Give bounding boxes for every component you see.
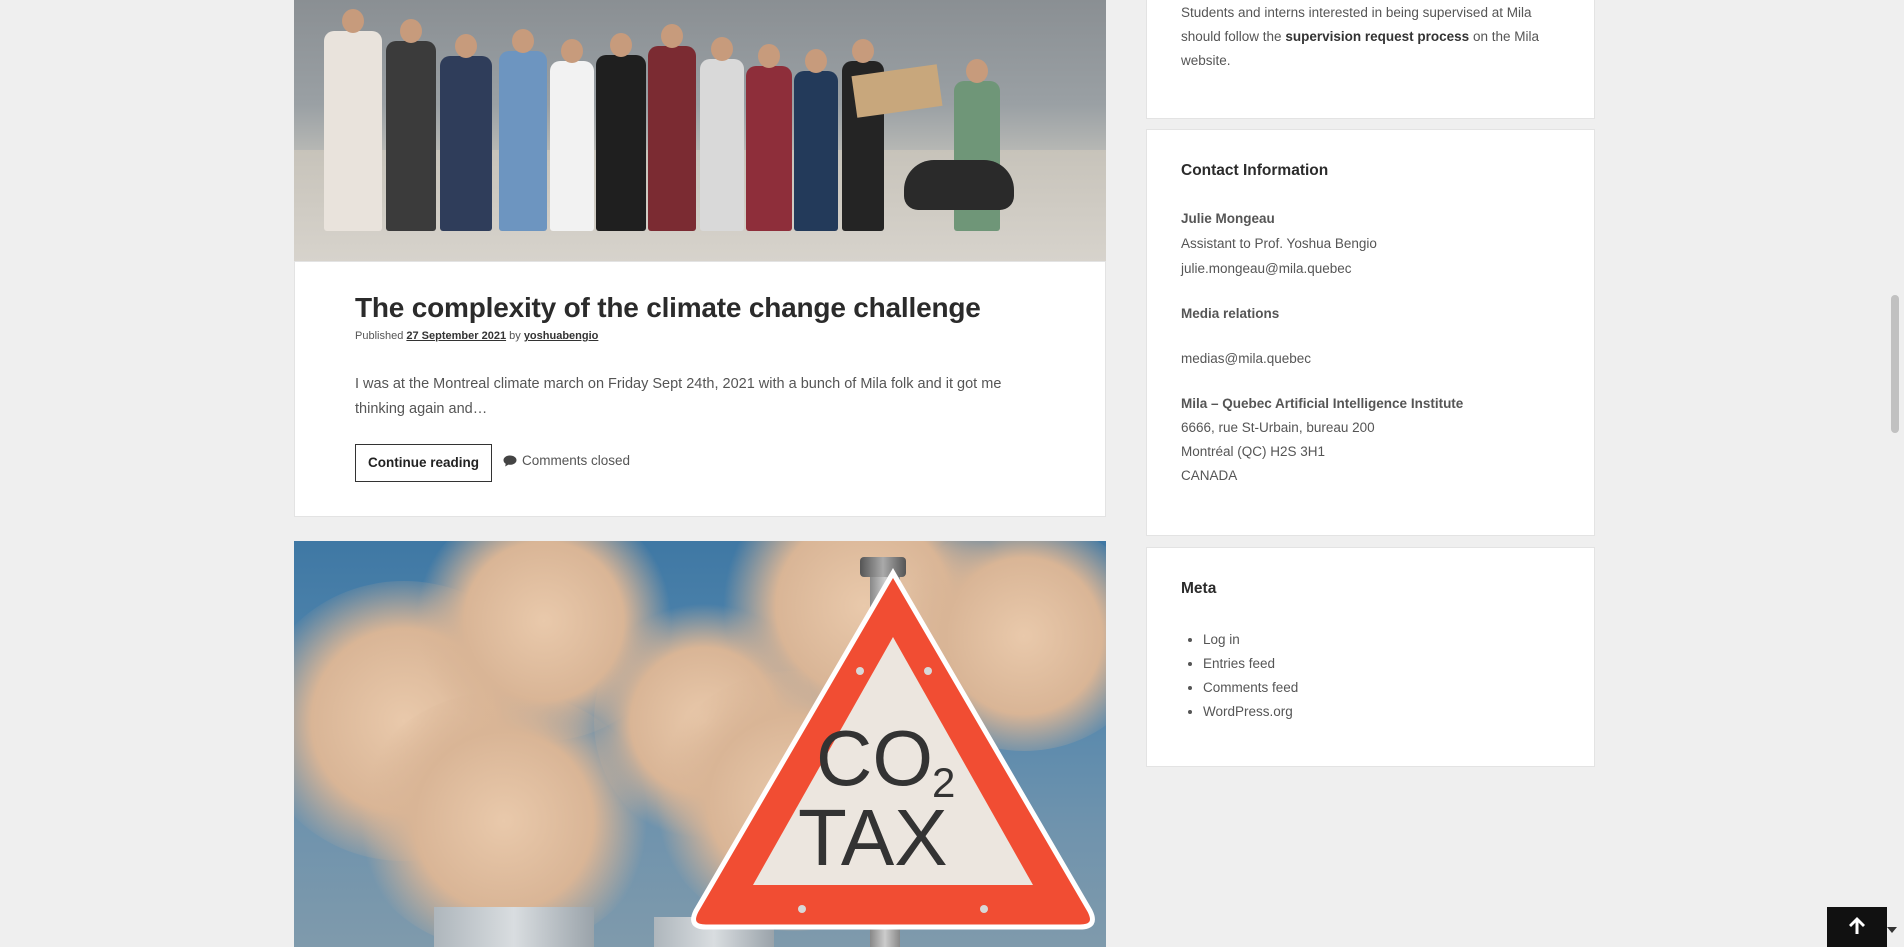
meta-item: WordPress.org xyxy=(1203,700,1298,724)
back-to-top-button[interactable] xyxy=(1827,907,1887,947)
contact-person-name: Julie Mongeau xyxy=(1181,211,1275,226)
crowd-person xyxy=(440,34,492,231)
supervision-request-link[interactable]: supervision request process xyxy=(1285,29,1469,44)
comments-status: Comments closed xyxy=(503,453,630,468)
contact-person-email[interactable]: julie.mongeau@mila.quebec xyxy=(1181,261,1352,276)
contact-person-role: Assistant to Prof. Yoshua Bengio xyxy=(1181,236,1377,251)
meta-item: Comments feed xyxy=(1203,676,1298,700)
address-line-1: 6666, rue St-Urbain, bureau 200 xyxy=(1181,420,1375,435)
entries-feed-link[interactable]: Entries feed xyxy=(1203,656,1275,671)
crowd-person xyxy=(386,19,436,231)
crowd-person xyxy=(794,49,838,231)
arrow-up-icon xyxy=(1846,914,1868,941)
meta-item: Entries feed xyxy=(1203,652,1298,676)
post-meta: Published 27 September 2021 by yoshuaben… xyxy=(355,330,598,342)
post-author-link[interactable]: yoshuabengio xyxy=(524,330,599,342)
crowd-person xyxy=(746,44,792,231)
media-relations-title: Media relations xyxy=(1181,306,1280,321)
meta-list: Log in Entries feed Comments feed WordPr… xyxy=(1181,628,1298,724)
chimney xyxy=(434,907,594,947)
resize-corner-icon xyxy=(1887,927,1897,933)
page-scrollbar[interactable] xyxy=(1886,0,1904,947)
post-card: The complexity of the climate change cha… xyxy=(294,261,1106,517)
crowd-person xyxy=(550,39,594,231)
meta-widget-title: Meta xyxy=(1181,580,1217,597)
supervision-widget: Students and interns interested in being… xyxy=(1146,0,1595,119)
post-featured-image[interactable]: CO 2 TAX xyxy=(294,541,1106,947)
crowd-person xyxy=(499,29,547,231)
comments-feed-link[interactable]: Comments feed xyxy=(1203,680,1298,695)
crowd-person xyxy=(700,37,744,231)
media-email[interactable]: medias@mila.quebec xyxy=(1181,351,1311,366)
org-name: Mila – Quebec Artificial Intelligence In… xyxy=(1181,396,1464,411)
by-label: by xyxy=(509,330,521,342)
post-date-link[interactable]: 27 September 2021 xyxy=(406,330,506,342)
meta-widget: Meta Log in Entries feed Comments feed W… xyxy=(1146,547,1595,767)
continue-reading-button[interactable]: Continue reading xyxy=(355,444,492,482)
crowd-person xyxy=(324,9,382,231)
dog xyxy=(904,160,1014,210)
crowd-person xyxy=(648,24,696,231)
comment-icon xyxy=(503,455,517,467)
co2-tax-sign: CO 2 TAX xyxy=(691,568,1095,930)
sign-co-text: CO xyxy=(816,714,933,802)
contact-widget: Contact Information Julie Mongeau Assist… xyxy=(1146,129,1595,536)
wordpress-org-link[interactable]: WordPress.org xyxy=(1203,704,1293,719)
sign-tax-text: TAX xyxy=(798,793,948,882)
scrollbar-thumb[interactable] xyxy=(1891,295,1899,433)
address-line-3: CANADA xyxy=(1181,468,1238,483)
crowd-person xyxy=(596,33,646,231)
published-label: Published xyxy=(355,330,404,342)
post-title[interactable]: The complexity of the climate change cha… xyxy=(355,292,981,324)
post-excerpt: I was at the Montreal climate march on F… xyxy=(355,376,1002,417)
address-line-2: Montréal (QC) H2S 3H1 xyxy=(1181,444,1326,459)
meta-item: Log in xyxy=(1203,628,1298,652)
log-in-link[interactable]: Log in xyxy=(1203,632,1240,647)
comments-closed-label: Comments closed xyxy=(522,453,631,468)
post-featured-image[interactable] xyxy=(294,0,1106,261)
supervision-text: Students and interns interested in being… xyxy=(1181,1,1571,73)
contact-widget-title: Contact Information xyxy=(1181,162,1329,179)
